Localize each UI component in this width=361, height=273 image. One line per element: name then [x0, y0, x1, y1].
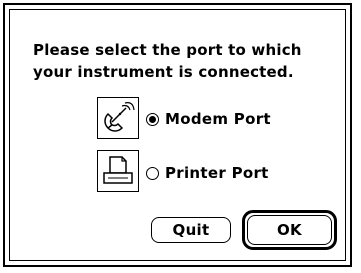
port-selection-dialog: Please select the port to which your ins… — [3, 3, 352, 267]
dialog-message: Please select the port to which your ins… — [33, 41, 302, 81]
printer-port-label: Printer Port — [165, 164, 269, 182]
ok-button[interactable]: OK — [247, 215, 332, 245]
modem-port-option[interactable]: Modem Port — [146, 110, 271, 128]
modem-port-label: Modem Port — [165, 110, 271, 128]
printer-port-radio[interactable] — [146, 166, 159, 180]
telephone-icon — [97, 97, 139, 139]
modem-port-radio[interactable] — [146, 112, 159, 126]
printer-icon — [97, 150, 139, 192]
quit-button[interactable]: Quit — [151, 217, 231, 243]
printer-port-option[interactable]: Printer Port — [146, 164, 269, 182]
